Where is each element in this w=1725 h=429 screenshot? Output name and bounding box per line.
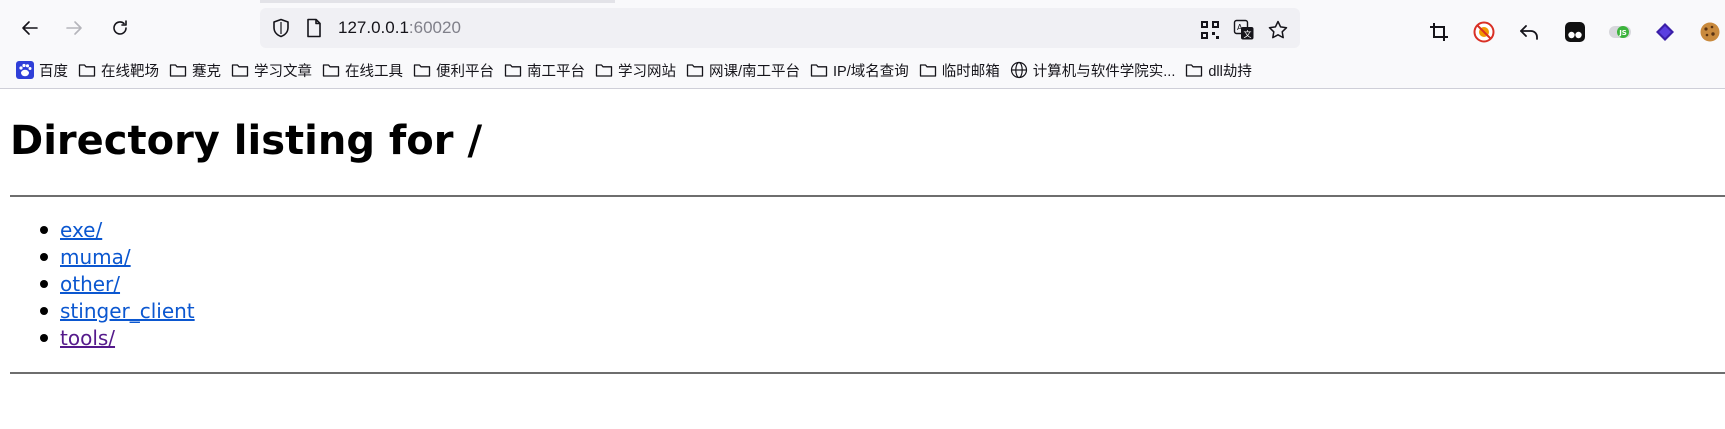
bookmark-label: 便利平台: [436, 63, 494, 80]
url-text[interactable]: 127.0.0.1:60020: [338, 18, 461, 38]
cookie-icon[interactable]: [1698, 20, 1722, 44]
folder-icon: [504, 61, 522, 79]
list-item: muma/: [40, 243, 195, 270]
undo-arrow-icon[interactable]: [1517, 20, 1541, 44]
bookmark-label: 在线工具: [345, 63, 403, 80]
directory-link[interactable]: exe/: [60, 218, 102, 242]
svg-text:文: 文: [1244, 29, 1252, 39]
bookmark-item[interactable]: 计算机与软件学院实...: [1006, 57, 1180, 83]
active-tab-edge: [260, 0, 615, 3]
bottom-divider: [10, 372, 1725, 374]
arrow-right-icon: [66, 21, 82, 35]
forward-button[interactable]: [58, 12, 90, 44]
bookmark-label: 网课/南工平台: [709, 63, 801, 80]
directory-link[interactable]: tools/: [60, 326, 115, 350]
nav-toolbar: 127.0.0.1:60020 A文 JS: [0, 6, 1725, 50]
bookmark-star-icon[interactable]: [1266, 18, 1290, 42]
bookmark-label: dll劫持: [1208, 63, 1252, 80]
url-port: :60020: [408, 18, 461, 37]
folder-icon: [1185, 61, 1203, 79]
browser-chrome: 127.0.0.1:60020 A文 JS 百度 在线靶场 蹇克 学习文章 在线…: [0, 0, 1725, 89]
bookmark-label: 蹇克: [192, 63, 221, 80]
directory-link[interactable]: stinger_client: [60, 299, 195, 323]
folder-icon: [413, 61, 431, 79]
bookmark-item[interactable]: 学习文章: [227, 57, 316, 83]
bookmark-label: 在线靶场: [101, 63, 159, 80]
qr-code-icon[interactable]: [1198, 18, 1222, 42]
layers-extension-icon[interactable]: [1653, 20, 1677, 44]
bookmark-label: 南工平台: [527, 63, 585, 80]
crop-icon[interactable]: [1427, 20, 1451, 44]
folder-icon: [169, 61, 187, 79]
bookmark-item[interactable]: 百度: [12, 57, 72, 83]
directory-link[interactable]: other/: [60, 272, 120, 296]
shield-icon[interactable]: [270, 17, 292, 39]
directory-listing: exe/muma/other/stinger_client tools/: [40, 216, 195, 351]
folder-icon: [919, 61, 937, 79]
svg-text:A: A: [1237, 23, 1243, 32]
list-bullet: [40, 225, 48, 234]
arrow-left-icon: [22, 21, 38, 35]
bookmark-item[interactable]: IP/域名查询: [806, 57, 913, 83]
bookmark-item[interactable]: 临时邮箱: [915, 57, 1004, 83]
reload-button[interactable]: [104, 12, 136, 44]
bookmark-item[interactable]: dll劫持: [1181, 57, 1256, 83]
bookmark-item[interactable]: 便利平台: [409, 57, 498, 83]
folder-icon: [810, 61, 828, 79]
tampermonkey-icon[interactable]: [1563, 20, 1587, 44]
translate-icon[interactable]: A文: [1232, 18, 1256, 42]
bookmark-label: 计算机与软件学院实...: [1032, 63, 1176, 80]
back-button[interactable]: [14, 12, 46, 44]
bookmarks-toolbar: 百度 在线靶场 蹇克 学习文章 在线工具 便利平台 南工平台 学习网站 网课/南工平台 IP/域名…: [12, 56, 1722, 84]
list-bullet: [40, 333, 48, 342]
url-host: 127.0.0.1: [338, 18, 409, 37]
bookmark-label: IP/域名查询: [833, 63, 909, 80]
list-item: stinger_client: [40, 297, 195, 324]
globe-icon: [1010, 61, 1028, 79]
directory-link[interactable]: muma/: [60, 245, 131, 269]
top-divider: [10, 195, 1725, 197]
folder-icon: [595, 61, 613, 79]
list-bullet: [40, 306, 48, 315]
bookmark-item[interactable]: 网课/南工平台: [682, 57, 804, 83]
baidu-paw-icon: [16, 61, 34, 79]
bookmark-label: 学习网站: [618, 63, 676, 80]
bookmark-item[interactable]: 在线靶场: [74, 57, 163, 83]
bookmark-label: 百度: [39, 63, 68, 80]
folder-icon: [78, 61, 96, 79]
page-info-icon[interactable]: [303, 17, 325, 39]
svg-text:JS: JS: [1618, 29, 1627, 37]
folder-icon: [686, 61, 704, 79]
reload-icon: [113, 20, 127, 35]
folder-icon: [322, 61, 340, 79]
blocker-extension-icon[interactable]: [1472, 20, 1496, 44]
list-bullet: [40, 279, 48, 288]
address-bar[interactable]: 127.0.0.1:60020 A文: [260, 8, 1300, 48]
js-toggle-icon[interactable]: JS: [1608, 20, 1632, 44]
bookmark-item[interactable]: 蹇克: [165, 57, 225, 83]
bookmark-label: 学习文章: [254, 63, 312, 80]
list-bullet: [40, 252, 48, 261]
bookmark-item[interactable]: 学习网站: [591, 57, 680, 83]
page-title: Directory listing for /: [10, 118, 483, 164]
list-item: other/: [40, 270, 195, 297]
folder-icon: [231, 61, 249, 79]
bookmark-item[interactable]: 在线工具: [318, 57, 407, 83]
list-item: tools/: [40, 324, 195, 351]
list-item: exe/: [40, 216, 195, 243]
bookmark-label: 临时邮箱: [941, 63, 1000, 80]
bookmark-item[interactable]: 南工平台: [500, 57, 589, 83]
